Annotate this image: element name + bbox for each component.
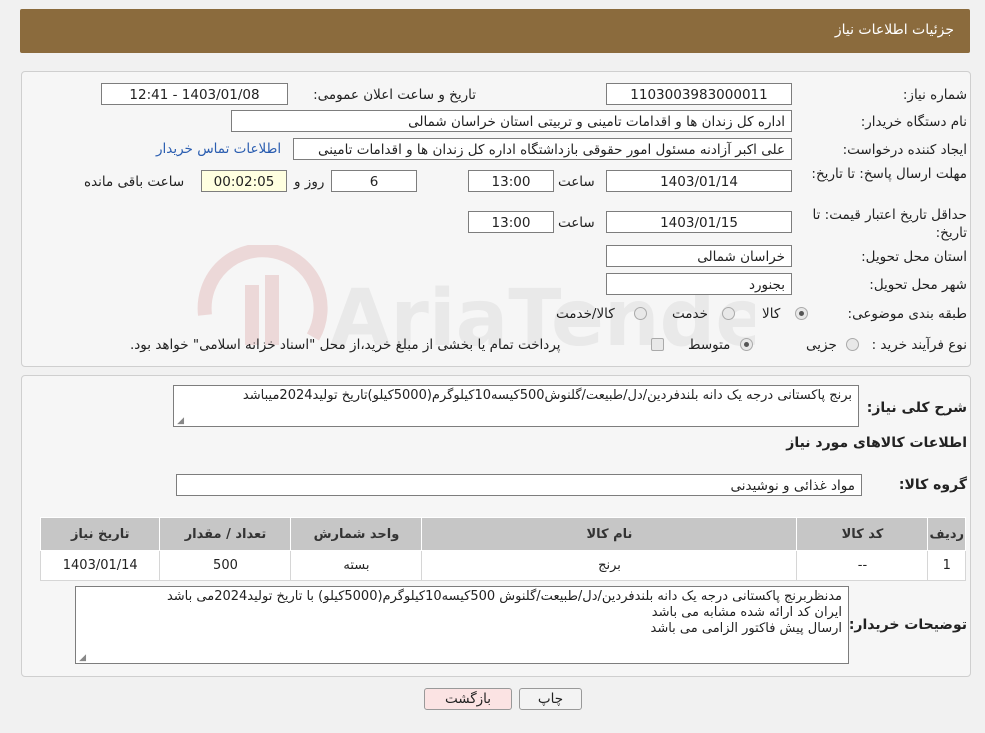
goods-table: ردیف کد کالا نام کالا واحد شمارش تعداد /… xyxy=(39,517,966,581)
creator-label: ایجاد کننده درخواست: xyxy=(842,142,967,158)
buyer-notes-label: توضیحات خریدار: xyxy=(848,617,967,633)
buyer-notes-textarea[interactable]: مدنظربرنج پاکستانی درجه یک دانه بلندفردی… xyxy=(75,586,849,664)
days-remaining-field: 6 xyxy=(331,170,417,192)
col-name: نام کالا xyxy=(421,517,798,551)
validity-date-field: 1403/01/15 xyxy=(606,211,792,233)
resize-handle-icon[interactable]: ◢ xyxy=(176,417,184,426)
process-note: پرداخت تمام یا بخشی از مبلغ خرید،از محل … xyxy=(130,337,561,353)
need-number-field: 1103003983000011 xyxy=(606,83,792,105)
buyer-notes-line2: ایران کد ارائه شده مشابه می باشد xyxy=(651,605,842,620)
buyer-org-label: نام دستگاه خریدار: xyxy=(860,114,967,130)
page-header: جزئیات اطلاعات نیاز xyxy=(20,9,970,53)
need-number-label: شماره نیاز: xyxy=(902,87,967,103)
cell-row: 1 xyxy=(927,550,966,581)
process-label: نوع فرآیند خرید : xyxy=(871,337,967,353)
city-label: شهر محل تحویل: xyxy=(869,277,967,293)
buyer-notes-line1: مدنظربرنج پاکستانی درجه یک دانه بلندفردی… xyxy=(166,589,842,604)
city-field: بجنورد xyxy=(606,273,792,295)
deadline-time-field: 13:00 xyxy=(468,170,554,192)
deadline-date-field: 1403/01/14 xyxy=(606,170,792,192)
validity-time-field: 13:00 xyxy=(468,211,554,233)
cell-name: برنج xyxy=(421,550,798,581)
goods-group-label: گروه کالا: xyxy=(898,477,967,493)
cell-date: 1403/01/14 xyxy=(39,550,161,581)
category-option-service: خدمت xyxy=(672,306,708,322)
remaining-time-label: ساعت باقی مانده xyxy=(84,174,185,190)
summary-label: شرح کلی نیاز: xyxy=(866,400,967,416)
process-option-minor: جزیی xyxy=(806,337,837,353)
cell-qty: 500 xyxy=(159,550,292,581)
validity-label: حداقل تاریخ اعتبار قیمت: تا تاریخ: xyxy=(807,206,967,242)
deadline-label-text: مهلت ارسال پاسخ: تا تاریخ: xyxy=(811,166,967,182)
table-row: 1 -- برنج بسته 500 1403/01/14 xyxy=(39,550,966,581)
deadline-time-label: ساعت xyxy=(558,174,595,190)
buyer-org-field: اداره کل زندان ها و اقدامات تامینی و ترب… xyxy=(231,110,792,132)
category-radio-goods[interactable] xyxy=(795,307,808,320)
validity-time-label: ساعت xyxy=(558,215,595,231)
creator-field: علی اکبر آزادنه مسئول امور حقوقی بازداشت… xyxy=(293,138,792,160)
col-row: ردیف xyxy=(927,517,966,551)
province-label: استان محل تحویل: xyxy=(861,249,967,265)
cell-unit: بسته xyxy=(290,550,423,581)
days-label: روز و xyxy=(294,174,325,190)
summary-text: برنج پاکستانی درجه یک دانه بلندفردین/دل/… xyxy=(242,388,852,403)
back-button[interactable]: بازگشت xyxy=(424,688,512,710)
announce-datetime-field: 1403/01/08 - 12:41 xyxy=(101,83,288,105)
category-label: طبقه بندی موضوعی: xyxy=(847,306,967,322)
category-radio-service[interactable] xyxy=(722,307,735,320)
goods-group-field: مواد غذائی و نوشیدنی xyxy=(176,474,862,496)
remaining-time-field: 00:02:05 xyxy=(201,170,287,192)
buyer-notes-line3: ارسال پیش فاکتور الزامی می باشد xyxy=(650,621,843,636)
buyer-contact-link[interactable]: اطلاعات تماس خریدار xyxy=(156,141,281,157)
category-option-goods-service: کالا/خدمت xyxy=(556,306,615,322)
goods-table-header: ردیف کد کالا نام کالا واحد شمارش تعداد /… xyxy=(39,517,966,551)
col-code: کد کالا xyxy=(796,517,929,551)
validity-label-text: حداقل تاریخ اعتبار قیمت: تا تاریخ: xyxy=(812,207,967,241)
col-date: تاریخ نیاز xyxy=(39,517,161,551)
category-option-goods: کالا xyxy=(762,306,781,322)
col-qty: تعداد / مقدار xyxy=(159,517,292,551)
process-option-medium: متوسط xyxy=(688,337,731,353)
process-radio-minor[interactable] xyxy=(846,338,859,351)
treasury-checkbox[interactable] xyxy=(651,338,664,351)
print-button[interactable]: چاپ xyxy=(519,688,582,710)
announce-datetime-label: تاریخ و ساعت اعلان عمومی: xyxy=(313,87,476,103)
col-unit: واحد شمارش xyxy=(290,517,423,551)
deadline-label: مهلت ارسال پاسخ: تا تاریخ: xyxy=(807,165,967,183)
category-radio-goods-service[interactable] xyxy=(634,307,647,320)
cell-code: -- xyxy=(796,550,929,581)
province-field: خراسان شمالی xyxy=(606,245,792,267)
page-title: جزئیات اطلاعات نیاز xyxy=(834,22,954,38)
goods-section-title: اطلاعات کالاهای مورد نیاز xyxy=(786,435,967,451)
summary-textarea[interactable]: برنج پاکستانی درجه یک دانه بلندفردین/دل/… xyxy=(173,385,859,427)
resize-handle-icon[interactable]: ◢ xyxy=(78,654,86,663)
process-radio-medium[interactable] xyxy=(740,338,753,351)
